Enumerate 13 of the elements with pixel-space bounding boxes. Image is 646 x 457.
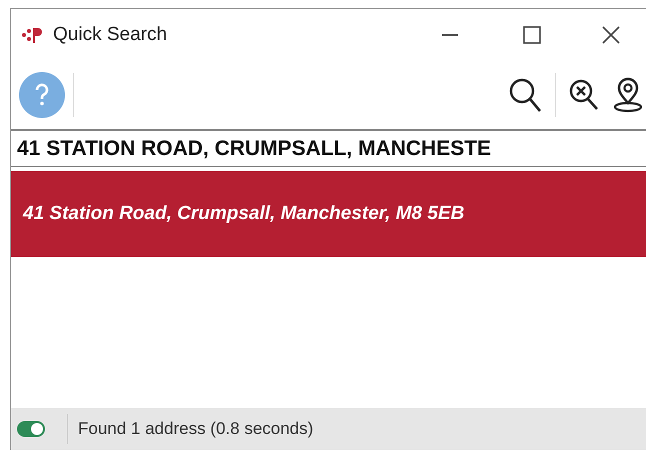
window-title: Quick Search (53, 22, 168, 47)
status-text: Found 1 address (0.8 seconds) (78, 418, 314, 440)
minimize-icon (442, 34, 458, 36)
result-row[interactable]: 41 Station Road, Crumpsall, Manchester, M8 5EB (11, 171, 646, 257)
status-toggle[interactable] (17, 421, 45, 437)
help-icon (34, 83, 50, 107)
app-logo-icon (21, 25, 45, 45)
search-icon (508, 77, 542, 113)
maximize-icon (523, 26, 541, 44)
location-pin-icon (613, 77, 643, 113)
close-icon (602, 26, 620, 44)
zoom-cross-icon (568, 78, 600, 112)
search-field[interactable]: 41 STATION ROAD, CRUMPSALL, MANCHESTE (11, 129, 646, 167)
